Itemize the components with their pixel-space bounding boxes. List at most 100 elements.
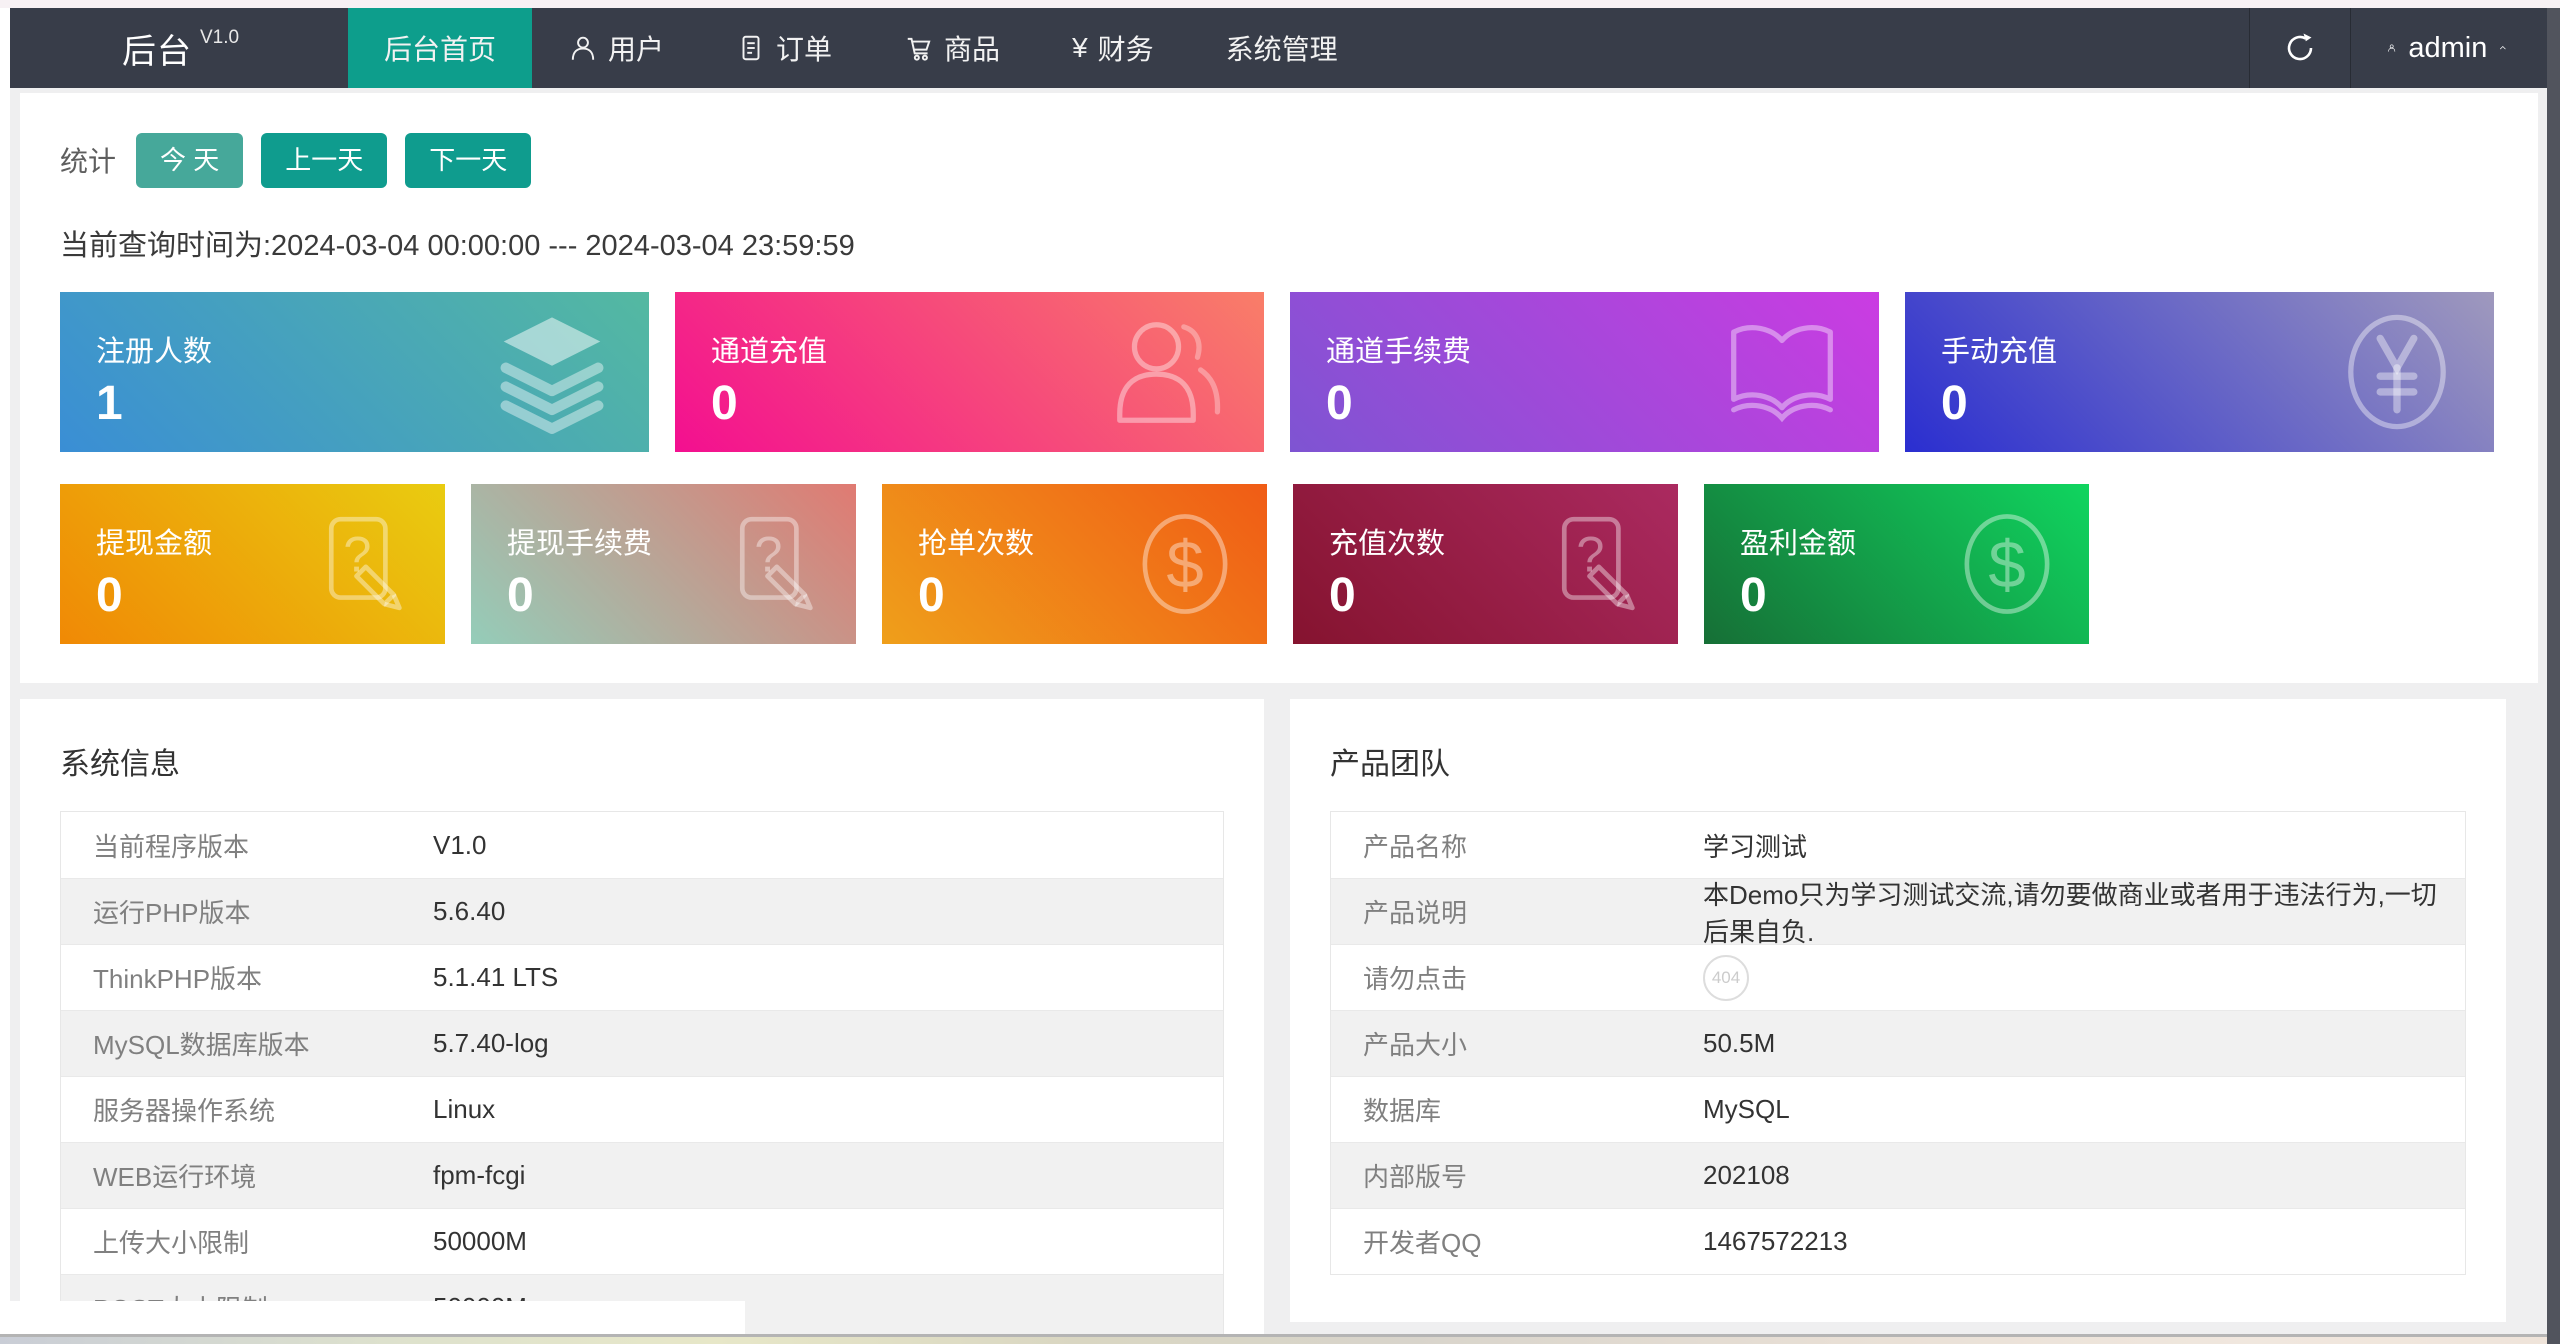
row-label: 当前程序版本	[61, 827, 433, 864]
stat-card-withdraw-fee: 提现手续费 0	[471, 484, 856, 644]
stat-card-profit-amount: 盈利金额 0	[1704, 484, 2089, 644]
table-row: 产品大小 50.5M	[1331, 1010, 2465, 1076]
refresh-icon	[2282, 30, 2318, 66]
doc-question-icon	[1540, 508, 1652, 620]
row-label: WEB运行环境	[61, 1157, 433, 1194]
system-info-table: 当前程序版本 V1.0 运行PHP版本 5.6.40 ThinkPHP版本 5.…	[60, 811, 1224, 1341]
product-team-title: 产品团队	[1330, 739, 2466, 783]
row-value: 1467572213	[1703, 1226, 1868, 1257]
next-day-button[interactable]: 下一天	[405, 133, 531, 188]
table-row: 内部版号 202108	[1331, 1142, 2465, 1208]
doc-question-icon	[718, 508, 830, 620]
row-value: 5.6.40	[433, 896, 525, 927]
row-label: MySQL数据库版本	[61, 1025, 433, 1062]
row-label: 产品大小	[1331, 1025, 1703, 1062]
bottom-wallpaper-strip	[0, 1337, 2560, 1344]
system-info-panel: 系统信息 当前程序版本 V1.0 运行PHP版本 5.6.40 ThinkPHP…	[20, 699, 1264, 1344]
nav-item-orders-label: 订单	[776, 28, 832, 68]
stat-card-recharge-count: 充值次数 0	[1293, 484, 1678, 644]
row-label: 运行PHP版本	[61, 893, 433, 930]
book-icon	[1719, 309, 1845, 435]
nav-item-orders[interactable]: 订单	[700, 8, 868, 88]
window-left-edge	[0, 8, 10, 1344]
nav-item-home-label: 后台首页	[384, 28, 496, 68]
vertical-scrollbar[interactable]	[2547, 8, 2560, 1344]
row-label: 上传大小限制	[61, 1223, 433, 1260]
row-value: 50.5M	[1703, 1028, 1795, 1059]
app-logo: 后台 V1.0	[10, 8, 348, 88]
cart-icon	[904, 33, 934, 63]
row-label: ThinkPHP版本	[61, 959, 433, 996]
stat-card-channel-fee: 通道手续费 0	[1290, 292, 1879, 452]
layers-icon	[489, 309, 615, 435]
product-team-table: 产品名称 学习测试 产品说明 本Demo只为学习测试交流,请勿要做商业或者用于违…	[1330, 811, 2466, 1275]
nav-item-products[interactable]: 商品	[868, 8, 1036, 88]
top-navbar: 后台 V1.0 后台首页 用户 订单 商品 ¥ 财务	[10, 8, 2547, 88]
row-label: 开发者QQ	[1331, 1223, 1703, 1260]
row-value: fpm-fcgi	[433, 1160, 545, 1191]
table-row: 数据库 MySQL	[1331, 1076, 2465, 1142]
stat-card-registered-users: 注册人数 1	[60, 292, 649, 452]
table-row: 当前程序版本 V1.0	[61, 812, 1223, 878]
previous-day-button[interactable]: 上一天	[261, 133, 387, 188]
stat-card-grab-order-count: 抢单次数 0	[882, 484, 1267, 644]
row-label: 服务器操作系统	[61, 1091, 433, 1128]
statistics-header: 统计 今 天 上一天 下一天	[60, 133, 2494, 188]
person-icon	[2387, 32, 2396, 64]
admin-dashboard-screen: 后台 V1.0 后台首页 用户 订单 商品 ¥ 财务	[0, 0, 2560, 1344]
nav-item-home[interactable]: 后台首页	[348, 8, 532, 88]
nav-item-users-label: 用户	[608, 28, 664, 68]
yen-circle-icon	[2334, 309, 2460, 435]
row-value: 404	[1703, 955, 1769, 1001]
nav-item-products-label: 商品	[944, 28, 1000, 68]
row-value: 5.1.41 LTS	[433, 962, 578, 993]
window-top-edge	[0, 0, 2560, 8]
statistics-title: 统计	[60, 140, 116, 180]
table-row: MySQL数据库版本 5.7.40-log	[61, 1010, 1223, 1076]
stat-card-withdraw-amount: 提现金额 0	[60, 484, 445, 644]
dollar-circle-icon	[1951, 508, 2063, 620]
row-label: 数据库	[1331, 1091, 1703, 1128]
row-value: V1.0	[433, 830, 507, 861]
table-row: 产品说明 本Demo只为学习测试交流,请勿要做商业或者用于违法行为,一切后果自负…	[1331, 878, 2465, 944]
nav-item-users[interactable]: 用户	[532, 8, 700, 88]
doc-question-icon	[307, 508, 419, 620]
nav-item-system[interactable]: 系统管理	[1190, 8, 1374, 88]
row-label: 产品说明	[1331, 893, 1703, 930]
admin-username: admin	[2408, 32, 2487, 65]
today-button[interactable]: 今 天	[136, 133, 243, 188]
navbar-right: admin	[2249, 8, 2547, 88]
nav-item-system-label: 系统管理	[1226, 28, 1338, 68]
row-label: 请勿点击	[1331, 959, 1703, 996]
row-label: 产品名称	[1331, 827, 1703, 864]
row-value: 5.7.40-log	[433, 1028, 569, 1059]
app-logo-text: 后台	[122, 24, 192, 73]
broken-image-404-badge[interactable]: 404	[1703, 955, 1749, 1001]
table-row: 上传大小限制 50000M	[61, 1208, 1223, 1274]
admin-dropdown[interactable]: admin	[2351, 8, 2547, 88]
row-label: 内部版号	[1331, 1157, 1703, 1194]
query-time-text: 当前查询时间为:2024-03-04 00:00:00 --- 2024-03-…	[60, 222, 2494, 264]
stat-cards-row-1: 注册人数 1 通道充值 0 通道手续费 0 手动充值 0	[60, 292, 2494, 452]
statistics-panel: 统计 今 天 上一天 下一天 当前查询时间为:2024-03-04 00:00:…	[20, 93, 2538, 683]
product-team-panel: 产品团队 产品名称 学习测试 产品说明 本Demo只为学习测试交流,请勿要做商业…	[1290, 699, 2506, 1322]
user-icon	[568, 33, 598, 63]
table-row: WEB运行环境 fpm-fcgi	[61, 1142, 1223, 1208]
table-row: 产品名称 学习测试	[1331, 812, 2465, 878]
row-value: Linux	[433, 1094, 515, 1125]
stat-card-manual-recharge: 手动充值 0	[1905, 292, 2494, 452]
table-row: 运行PHP版本 5.6.40	[61, 878, 1223, 944]
document-icon	[736, 33, 766, 63]
refresh-button[interactable]	[2250, 8, 2350, 88]
table-row: 开发者QQ 1467572213	[1331, 1208, 2465, 1274]
chevron-up-icon	[2499, 35, 2507, 61]
nav-item-finance-label: 财务	[1098, 28, 1154, 68]
stat-cards-row-2: 提现金额 0 提现手续费 0 抢单次数 0 充值次数 0 盈利金额 0	[60, 484, 2494, 644]
row-value: 学习测试	[1703, 827, 1827, 864]
browser-status-overlay	[0, 1301, 745, 1336]
users-icon	[1104, 309, 1230, 435]
nav-item-finance[interactable]: ¥ 财务	[1036, 8, 1190, 88]
app-version: V1.0	[200, 27, 239, 49]
row-value: 本Demo只为学习测试交流,请勿要做商业或者用于违法行为,一切后果自负.	[1703, 875, 2465, 949]
row-value: MySQL	[1703, 1094, 1810, 1125]
